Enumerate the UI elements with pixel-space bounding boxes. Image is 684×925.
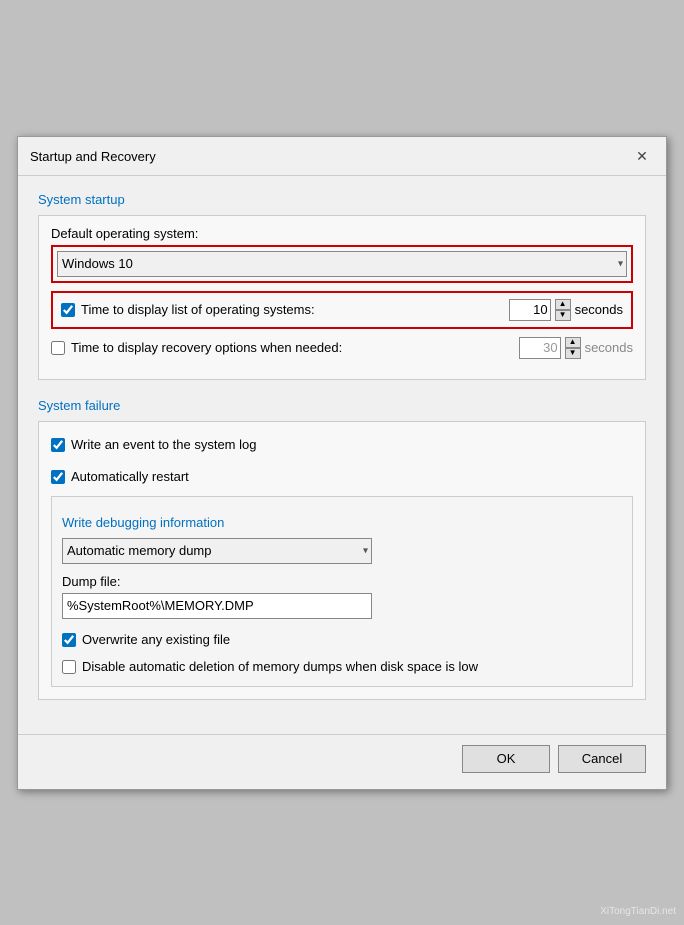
ok-button[interactable]: OK bbox=[462, 745, 550, 773]
time-display-list-down-button[interactable]: ▼ bbox=[555, 310, 571, 321]
time-display-list-row: Time to display list of operating system… bbox=[61, 299, 623, 321]
system-startup-label: System startup bbox=[38, 192, 646, 207]
time-display-recovery-up-button[interactable]: ▲ bbox=[565, 337, 581, 348]
write-event-row: Write an event to the system log bbox=[51, 432, 633, 458]
time-display-list-unit: seconds bbox=[575, 302, 623, 317]
disable-auto-delete-label: Disable automatic deletion of memory dum… bbox=[82, 659, 478, 674]
system-startup-section: Default operating system: Windows 10 ▾ T… bbox=[38, 215, 646, 380]
write-debugging-subsection: Write debugging information Automatic me… bbox=[51, 496, 633, 687]
overwrite-row: Overwrite any existing file bbox=[62, 627, 622, 653]
dump-type-select[interactable]: Automatic memory dump Complete memory du… bbox=[62, 538, 372, 564]
time-display-recovery-label: Time to display recovery options when ne… bbox=[71, 340, 342, 355]
dialog-title: Startup and Recovery bbox=[30, 149, 156, 164]
time-display-recovery-spinner: ▲ ▼ seconds bbox=[519, 337, 633, 359]
default-os-field-label: Default operating system: bbox=[51, 226, 633, 241]
time-display-list-checkbox[interactable] bbox=[61, 303, 75, 317]
time-display-list-spinner: ▲ ▼ seconds bbox=[509, 299, 623, 321]
overwrite-label: Overwrite any existing file bbox=[82, 632, 230, 647]
time-display-list-label: Time to display list of operating system… bbox=[81, 302, 315, 317]
time-display-recovery-input[interactable] bbox=[519, 337, 561, 359]
time-display-list-input[interactable] bbox=[509, 299, 551, 321]
dialog-footer: OK Cancel bbox=[18, 734, 666, 789]
startup-recovery-dialog: Startup and Recovery ✕ System startup De… bbox=[17, 136, 667, 790]
system-failure-section: Write an event to the system log Automat… bbox=[38, 421, 646, 700]
cancel-button[interactable]: Cancel bbox=[558, 745, 646, 773]
title-bar: Startup and Recovery ✕ bbox=[18, 137, 666, 176]
time-display-recovery-unit: seconds bbox=[585, 340, 633, 355]
disable-auto-delete-row: Disable automatic deletion of memory dum… bbox=[62, 659, 622, 674]
time-display-recovery-down-button[interactable]: ▼ bbox=[565, 348, 581, 359]
auto-restart-row: Automatically restart bbox=[51, 464, 633, 490]
dump-type-dropdown-wrapper: Automatic memory dump Complete memory du… bbox=[62, 538, 372, 564]
write-event-checkbox[interactable] bbox=[51, 438, 65, 452]
dump-file-section: Dump file: bbox=[62, 574, 622, 627]
dump-file-label: Dump file: bbox=[62, 574, 622, 589]
watermark: XiTongTianDi.net bbox=[600, 906, 676, 917]
auto-restart-checkbox[interactable] bbox=[51, 470, 65, 484]
time-display-recovery-row: Time to display recovery options when ne… bbox=[51, 335, 633, 361]
default-os-outline: Windows 10 ▾ bbox=[51, 245, 633, 283]
write-event-label: Write an event to the system log bbox=[71, 437, 256, 452]
time-display-list-spinner-buttons: ▲ ▼ bbox=[555, 299, 571, 321]
dialog-content: System startup Default operating system:… bbox=[18, 176, 666, 730]
default-os-select[interactable]: Windows 10 bbox=[57, 251, 627, 277]
time-display-list-outline: Time to display list of operating system… bbox=[51, 291, 633, 329]
write-debugging-label: Write debugging information bbox=[62, 515, 622, 530]
time-display-list-up-button[interactable]: ▲ bbox=[555, 299, 571, 310]
overwrite-checkbox[interactable] bbox=[62, 633, 76, 647]
time-display-recovery-spinner-buttons: ▲ ▼ bbox=[565, 337, 581, 359]
system-failure-label: System failure bbox=[38, 398, 646, 413]
disable-auto-delete-checkbox[interactable] bbox=[62, 660, 76, 674]
close-button[interactable]: ✕ bbox=[630, 145, 654, 169]
time-display-recovery-checkbox[interactable] bbox=[51, 341, 65, 355]
default-os-dropdown-wrapper: Windows 10 ▾ bbox=[57, 251, 627, 277]
dump-file-input[interactable] bbox=[62, 593, 372, 619]
auto-restart-label: Automatically restart bbox=[71, 469, 189, 484]
